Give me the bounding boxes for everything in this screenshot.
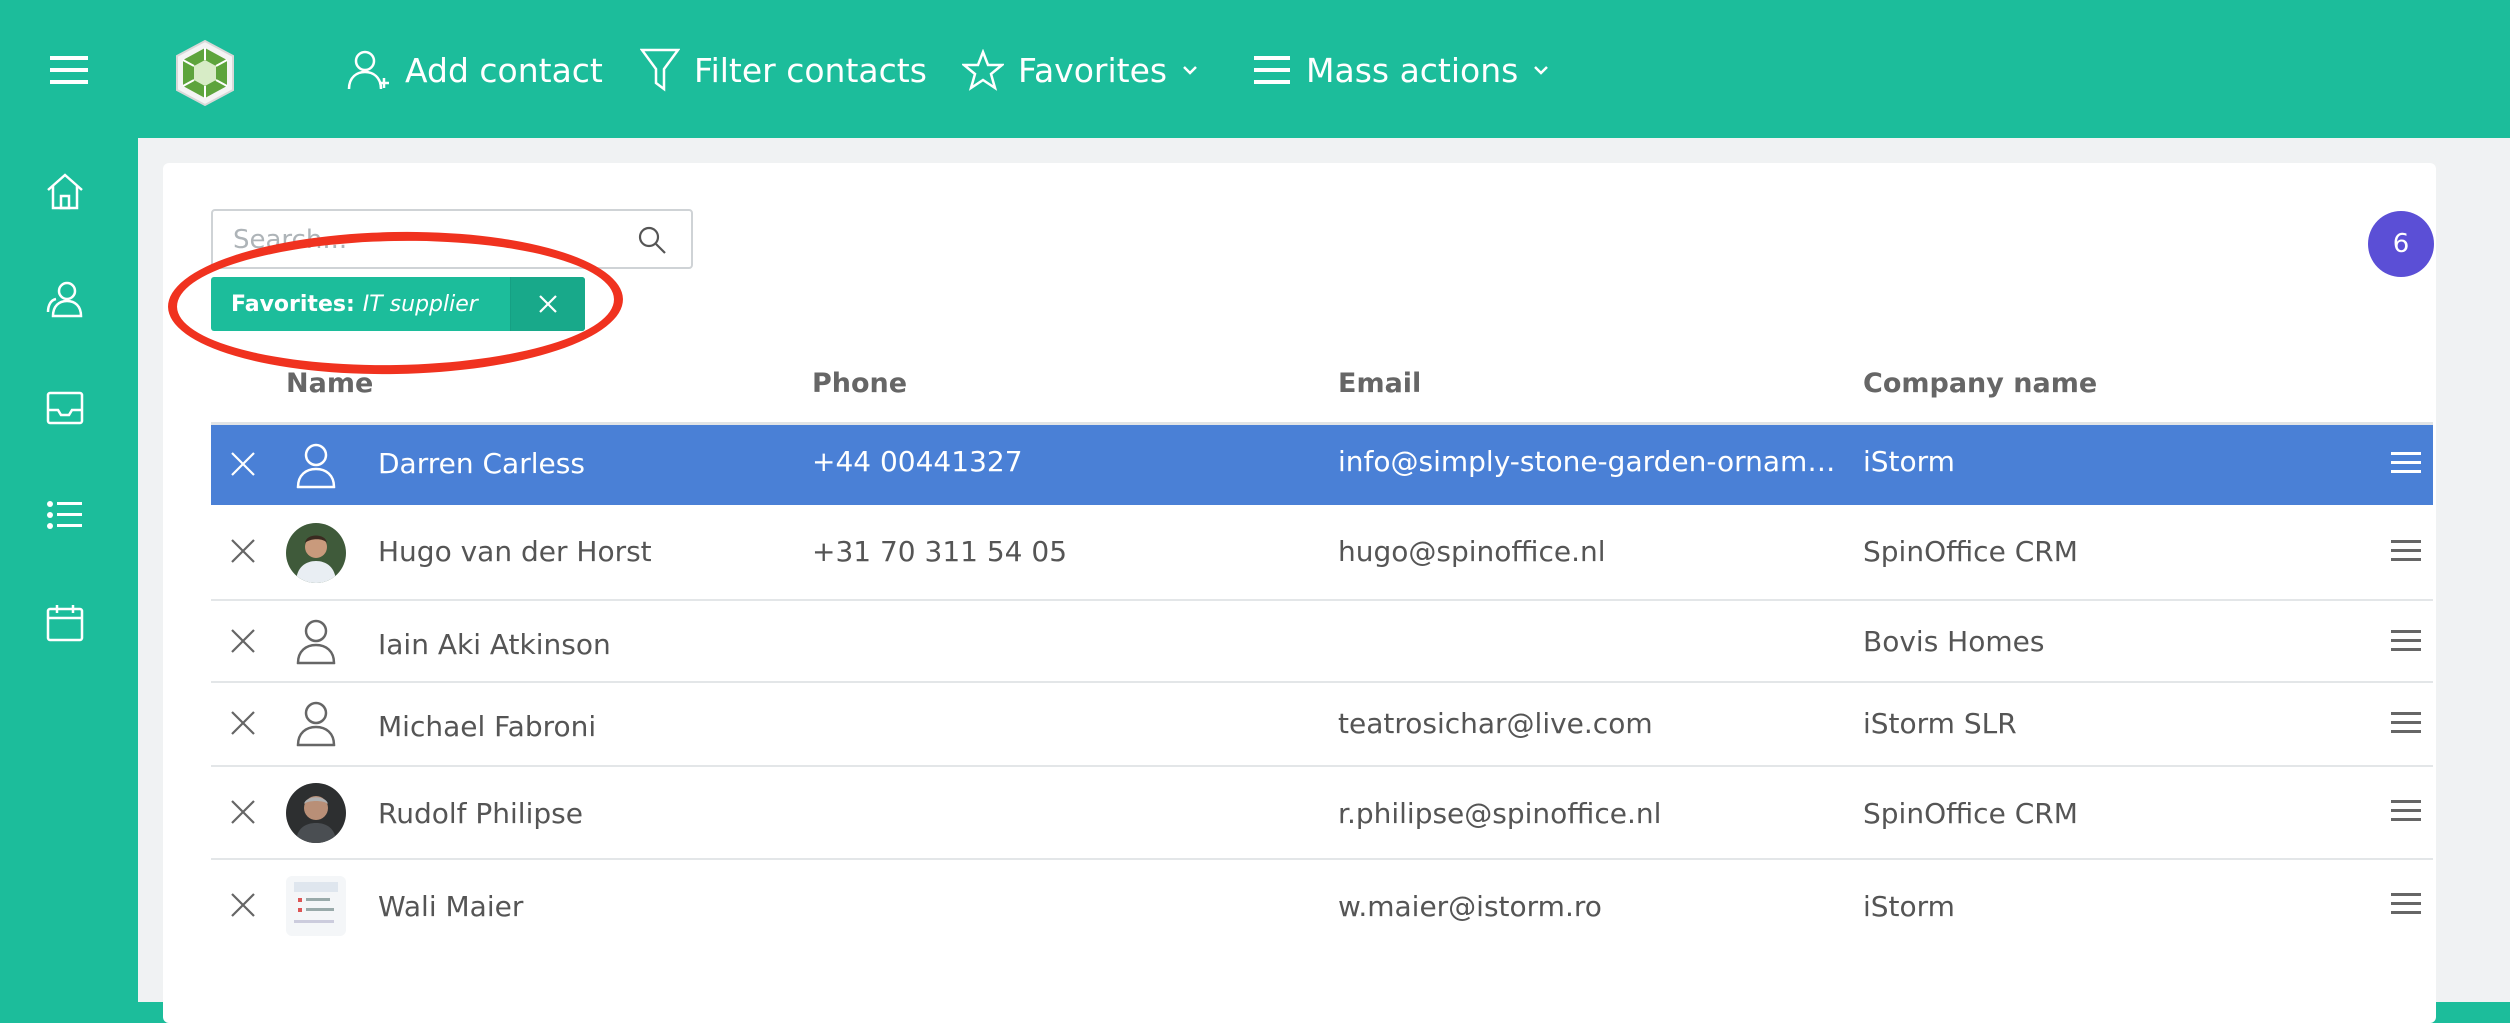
contact-name[interactable]: Rudolf Philipse <box>378 797 778 830</box>
remove-row-icon[interactable] <box>228 626 258 656</box>
contact-company: Bovis Homes <box>1863 625 2045 658</box>
row-menu-icon[interactable] <box>2389 890 2423 918</box>
home-icon[interactable] <box>44 170 86 212</box>
add-contact-label: Add contact <box>405 50 603 90</box>
row-menu-icon[interactable] <box>2389 537 2423 565</box>
contacts-icon[interactable] <box>44 278 86 320</box>
column-header-phone[interactable]: Phone <box>812 368 907 399</box>
contact-phone: +31 70 311 54 05 <box>812 535 1068 568</box>
contact-email[interactable]: hugo@spinoffice.nl <box>1338 535 1838 568</box>
contact-company: iStorm <box>1863 890 1955 923</box>
star-icon <box>962 49 1004 91</box>
calendar-icon[interactable] <box>44 602 86 644</box>
filter-chip-value: IT supplier <box>362 291 478 317</box>
active-filter-chip: Favorites: IT supplier <box>211 277 585 331</box>
contact-company: SpinOffice CRM <box>1863 797 2078 830</box>
favorites-label: Favorites <box>1018 50 1168 90</box>
row-menu-icon[interactable] <box>2389 709 2423 737</box>
contact-phone: +44 00441327 <box>812 445 1023 478</box>
person-outline-icon <box>296 619 336 665</box>
filter-contacts-label: Filter contacts <box>694 50 927 90</box>
menu-toggle-icon[interactable] <box>40 48 98 92</box>
contact-screenshot-avatar <box>286 876 346 936</box>
table-row[interactable]: Iain Aki Atkinson Bovis Homes <box>211 601 2433 683</box>
contact-name[interactable]: Hugo van der Horst <box>378 535 778 568</box>
contact-name[interactable]: Darren Carless <box>378 447 778 480</box>
contact-name[interactable]: Iain Aki Atkinson <box>378 628 778 661</box>
contact-email[interactable]: info@simply-stone-garden-ornaments.co.uk <box>1338 445 1838 478</box>
mass-actions-dropdown[interactable]: Mass actions <box>1252 40 1564 100</box>
add-contact-button[interactable]: Add contact <box>345 40 603 100</box>
remove-row-icon[interactable] <box>228 449 258 479</box>
top-toolbar: Add contact Filter contacts Favorites Ma… <box>0 0 2510 138</box>
person-outline-icon <box>296 701 336 747</box>
table-row[interactable]: Michael Fabroni teatrosichar@live.com iS… <box>211 683 2433 767</box>
row-menu-icon[interactable] <box>2389 449 2423 477</box>
contact-email[interactable]: r.philipse@spinoffice.nl <box>1338 797 1838 830</box>
remove-row-icon[interactable] <box>228 797 258 827</box>
chevron-down-icon <box>1183 66 1197 75</box>
table-row[interactable]: Darren Carless +44 00441327 info@simply-… <box>211 425 2433 505</box>
filter-icon <box>640 48 680 92</box>
mass-actions-label: Mass actions <box>1306 50 1519 90</box>
sidebar <box>0 138 138 1002</box>
close-icon <box>539 295 557 313</box>
contact-company: iStorm SLR <box>1863 707 2017 740</box>
search-input[interactable] <box>231 219 625 261</box>
contact-company: iStorm <box>1863 445 1955 478</box>
inbox-icon[interactable] <box>44 386 86 428</box>
contact-name[interactable]: Wali Maier <box>378 890 778 923</box>
remove-row-icon[interactable] <box>228 536 258 566</box>
search-box[interactable] <box>211 209 693 269</box>
table-row[interactable]: Hugo van der Horst +31 70 311 54 05 hugo… <box>211 505 2433 601</box>
contact-email[interactable]: teatrosichar@live.com <box>1338 707 1838 740</box>
filter-contacts-button[interactable]: Filter contacts <box>640 40 927 100</box>
remove-row-icon[interactable] <box>228 708 258 738</box>
filter-chip-key: Favorites: <box>231 291 355 317</box>
remove-row-icon[interactable] <box>228 890 258 920</box>
list-icon <box>1254 56 1290 84</box>
table-row[interactable]: Wali Maier w.maier@istorm.ro iStorm <box>211 860 2433 950</box>
column-header-name[interactable]: Name <box>286 368 373 399</box>
favorites-dropdown[interactable]: Favorites <box>962 40 1213 100</box>
filter-chip-label: Favorites: IT supplier <box>211 277 510 331</box>
search-icon[interactable] <box>637 225 667 255</box>
row-menu-icon[interactable] <box>2389 797 2423 825</box>
task-list-icon[interactable] <box>44 494 86 536</box>
contact-photo-avatar <box>286 783 346 843</box>
result-count-badge: 6 <box>2368 211 2434 277</box>
column-header-company[interactable]: Company name <box>1863 368 2097 399</box>
app-logo[interactable] <box>170 38 240 108</box>
column-header-email[interactable]: Email <box>1338 368 1421 399</box>
person-outline-icon <box>296 443 336 489</box>
table-row[interactable]: Rudolf Philipse r.philipse@spinoffice.nl… <box>211 767 2433 860</box>
contact-email[interactable]: w.maier@istorm.ro <box>1338 890 1838 923</box>
add-user-icon <box>347 50 389 90</box>
remove-filter-button[interactable] <box>509 277 585 331</box>
contact-company: SpinOffice CRM <box>1863 535 2078 568</box>
contact-photo-avatar <box>286 523 346 583</box>
chevron-down-icon <box>1534 66 1549 75</box>
contact-name[interactable]: Michael Fabroni <box>378 710 778 743</box>
row-menu-icon[interactable] <box>2389 627 2423 655</box>
